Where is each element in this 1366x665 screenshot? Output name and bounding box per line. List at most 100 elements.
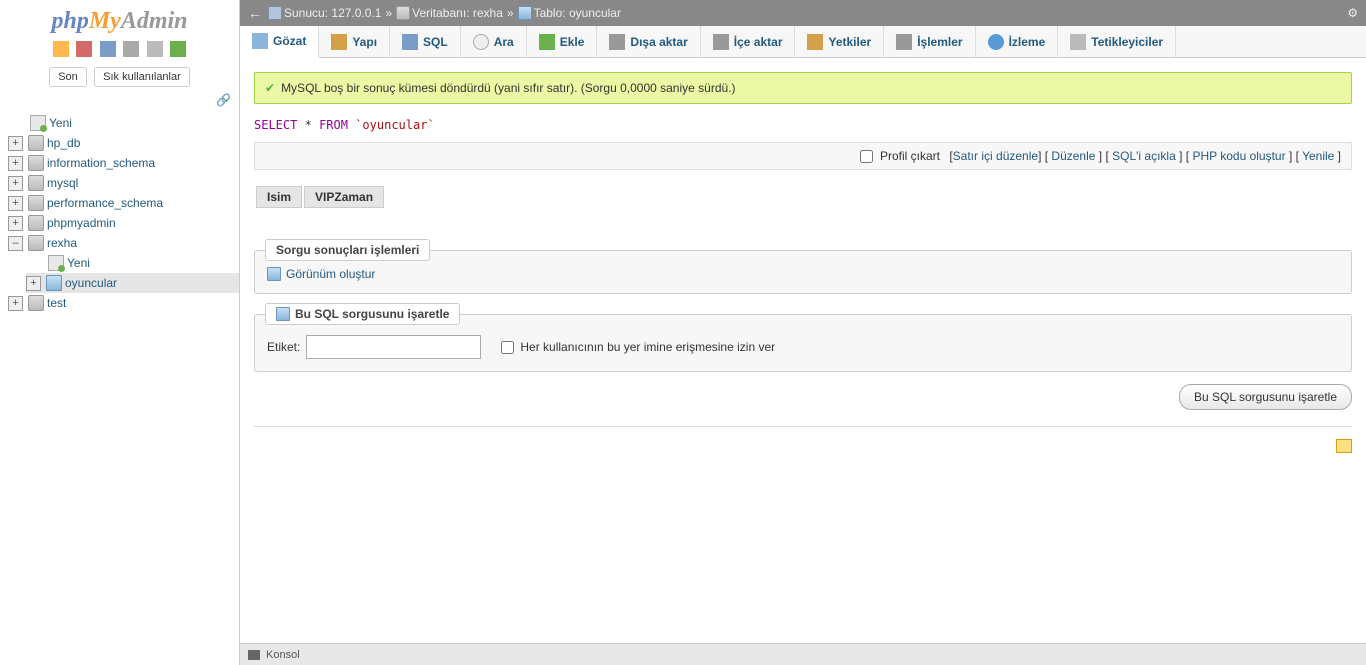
tree-label: Yeni [67,256,90,270]
sql-query: SELECT * FROM `oyuncular` [254,114,1352,136]
result-table: Isim VIPZaman [254,184,386,210]
breadcrumb-server[interactable]: Sunucu: 127.0.0.1 [284,6,381,20]
column-header[interactable]: VIPZaman [304,186,384,208]
expand-icon[interactable]: + [8,296,23,311]
tree-new-table[interactable]: Yeni [26,253,239,273]
sidebar-toolbar [0,39,239,63]
tab-label: SQL [423,35,448,49]
tab-label: Tetikleyiciler [1091,35,1163,49]
tree-label: test [47,296,66,310]
tab-export[interactable]: Dışa aktar [597,26,700,57]
expand-icon[interactable]: + [8,136,23,151]
bookmark-fieldset: Bu SQL sorgusunu işaretle Etiket: Her ku… [254,314,1352,372]
tab-triggers[interactable]: Tetikleyiciler [1058,26,1176,57]
view-icon [267,267,281,281]
tree-db-mysql[interactable]: + mysql [8,173,239,193]
breadcrumb-db[interactable]: Veritabanı: rexha [412,6,503,20]
console-bar[interactable]: Konsol [240,643,1366,665]
tree-label: oyuncular [65,276,117,290]
tree-new[interactable]: Yeni [8,113,239,133]
expand-icon[interactable]: + [26,276,41,291]
tab-label: İçe aktar [734,35,783,49]
tab-label: Yetkiler [828,35,871,49]
tab-label: İzleme [1009,35,1046,49]
collapse-icon[interactable]: – [8,236,23,251]
logo-part3: Admin [121,8,188,34]
tree-label: Yeni [49,116,72,130]
tab-label: İşlemler [917,35,962,49]
tab-browse[interactable]: Gözat [240,26,319,58]
bookmark-submit-button[interactable]: Bu SQL sorgusunu işaretle [1179,384,1352,410]
tab-insert[interactable]: Ekle [527,26,598,57]
database-icon [28,295,44,311]
favorites-button[interactable]: Sık kullanılanlar [94,67,190,87]
tree-db-test[interactable]: + test [8,293,239,313]
console-label: Konsol [266,649,300,661]
sql-icon[interactable] [100,41,116,57]
tab-import[interactable]: İçe aktar [701,26,796,57]
insert-icon [539,34,555,50]
profile-label: Profil çıkart [880,149,940,163]
logo[interactable]: phpMyAdmin [0,0,239,39]
explain-link[interactable]: SQL'i açıkla [1112,149,1176,163]
tab-operations[interactable]: İşlemler [884,26,975,57]
table-icon [46,275,62,291]
recent-button[interactable]: Son [49,67,87,87]
tree-db-hp_db[interactable]: + hp_db [8,133,239,153]
database-icon [28,195,44,211]
settings-icon[interactable] [147,41,163,57]
message-text: MySQL boş bir sonuç kümesi döndürdü (yan… [281,81,735,95]
expand-icon[interactable]: + [8,176,23,191]
sql-from: FROM [319,118,348,132]
tab-label: Ara [494,35,514,49]
expand-icon[interactable]: + [8,216,23,231]
link-icon[interactable]: 🔗 [0,91,239,109]
search-icon [473,34,489,50]
tab-tracking[interactable]: İzleme [976,26,1059,57]
fieldset-legend: Bu SQL sorgusunu işaretle [265,303,460,325]
tree-db-rexha[interactable]: – rexha [8,233,239,253]
php-link[interactable]: PHP kodu oluştur [1192,149,1285,163]
refresh-link[interactable]: Yenile [1302,149,1334,163]
create-view-link[interactable]: Görünüm oluştur [286,267,375,281]
tab-label: Ekle [560,35,585,49]
docs-icon[interactable] [123,41,139,57]
reload-icon[interactable] [170,41,186,57]
home-icon[interactable] [53,41,69,57]
tree-label: rexha [47,236,77,250]
column-header[interactable]: Isim [256,186,302,208]
tab-search[interactable]: Ara [461,26,527,57]
inline-edit-link[interactable]: Satır içi düzenle [953,149,1038,163]
tree-table-oyuncular[interactable]: + oyuncular [26,273,239,293]
tree-db-phpmyadmin[interactable]: + phpmyadmin [8,213,239,233]
server-icon [268,6,282,20]
logout-icon[interactable] [76,41,92,57]
edit-link[interactable]: Düzenle [1051,149,1095,163]
db-tree: Yeni + hp_db + information_schema + mysq… [0,109,239,313]
tree-db-information_schema[interactable]: + information_schema [8,153,239,173]
legend-text: Bu SQL sorgusunu işaretle [295,307,449,321]
bc-db-label: Veritabanı: [412,6,469,20]
bc-table-value: oyuncular [569,6,621,20]
back-icon[interactable]: ← [248,5,262,21]
bc-table-label: Tablo: [534,6,566,20]
breadcrumb-table[interactable]: Tablo: oyuncular [534,6,621,20]
browse-icon [252,33,268,49]
expand-icon[interactable]: + [8,196,23,211]
tree-label: information_schema [47,156,155,170]
bookmark-button-bar: Bu SQL sorgusunu işaretle [254,384,1352,410]
tab-structure[interactable]: Yapı [319,26,390,57]
expand-icon[interactable]: + [8,156,23,171]
tab-privileges[interactable]: Yetkiler [795,26,884,57]
bookmark-allow-checkbox[interactable] [501,341,514,354]
profile-checkbox[interactable] [860,150,873,163]
new-icon [48,255,64,271]
note-icon[interactable] [1336,439,1352,453]
bc-server-value: 127.0.0.1 [331,6,381,20]
tracking-icon [988,34,1004,50]
tree-db-performance_schema[interactable]: + performance_schema [8,193,239,213]
bookmark-input[interactable] [306,335,481,359]
tab-sql[interactable]: SQL [390,26,461,57]
tab-label: Gözat [273,34,306,48]
page-settings-icon[interactable]: ⚙ [1347,6,1358,20]
